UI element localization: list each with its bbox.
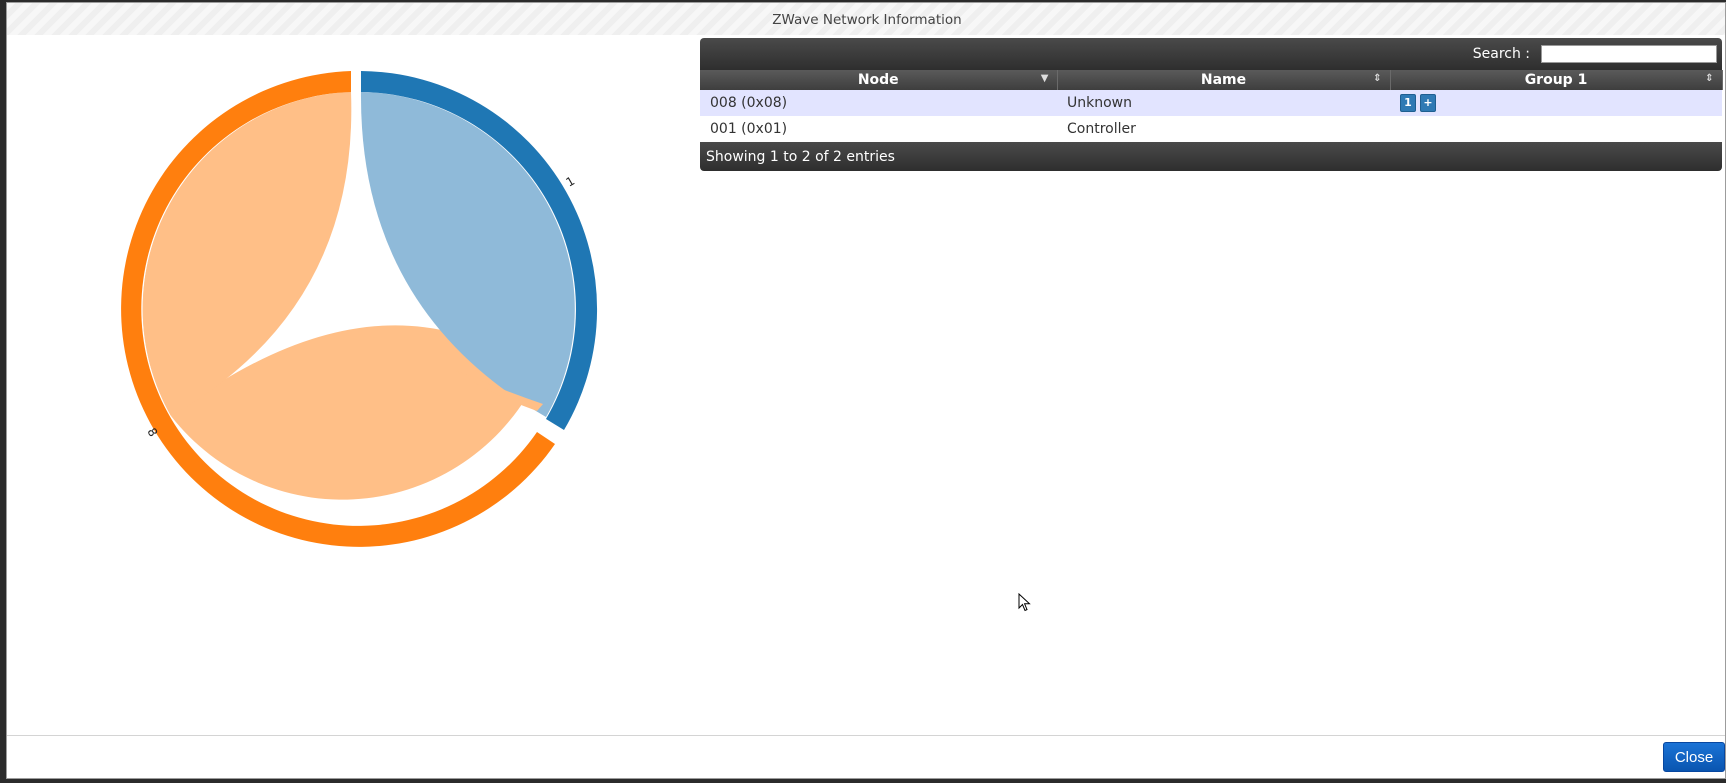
sort-desc-icon: ▼ <box>1040 73 1049 84</box>
table-toolbar: Search : <box>700 38 1722 70</box>
table-row[interactable]: 008 (0x08) Unknown 1 + <box>700 90 1722 116</box>
dialog-title: ZWave Network Information <box>772 12 962 28</box>
add-to-group-button[interactable]: + <box>1420 94 1436 112</box>
nodes-table-wrapper: Search : Node ▼ Name ⇕ Group 1 ⇕ 008 (0x… <box>700 38 1723 171</box>
column-header-node[interactable]: Node ▼ <box>700 70 1058 90</box>
search-label: Search : <box>1472 46 1530 62</box>
nodes-table: Node ▼ Name ⇕ Group 1 ⇕ 008 (0x08) Unkno… <box>700 70 1723 142</box>
dialog-footer-divider <box>7 735 1725 736</box>
cell-node: 001 (0x01) <box>700 116 1057 142</box>
table-footer: Showing 1 to 2 of 2 entries <box>700 142 1722 171</box>
network-info-dialog: ZWave Network Information 1 8 Search : N… <box>6 2 1726 779</box>
table-row[interactable]: 001 (0x01) Controller <box>700 116 1722 142</box>
table-info: Showing 1 to 2 of 2 entries <box>706 149 895 165</box>
column-header-name[interactable]: Name ⇕ <box>1057 70 1391 90</box>
table-header-row: Node ▼ Name ⇕ Group 1 ⇕ <box>700 70 1723 90</box>
dialog-titlebar[interactable]: ZWave Network Information <box>7 3 1725 35</box>
cell-name: Controller <box>1057 116 1390 142</box>
cell-group-1 <box>1390 116 1722 142</box>
search-input[interactable] <box>1541 45 1717 63</box>
cell-name: Unknown <box>1057 90 1390 116</box>
close-button[interactable]: Close <box>1663 742 1725 772</box>
sort-both-icon: ⇕ <box>1705 73 1714 84</box>
network-chord-diagram: 1 8 <box>121 71 598 547</box>
column-header-group-1[interactable]: Group 1 ⇕ <box>1390 70 1723 90</box>
chord-label-node-8: 8 <box>144 426 160 440</box>
cell-group-1: 1 + <box>1390 90 1722 116</box>
cell-node: 008 (0x08) <box>700 90 1057 116</box>
chord-label-node-1: 1 <box>564 174 578 190</box>
sort-both-icon: ⇕ <box>1373 73 1382 84</box>
group-member-button[interactable]: 1 <box>1400 94 1416 112</box>
mouse-pointer-icon <box>1018 593 1031 612</box>
